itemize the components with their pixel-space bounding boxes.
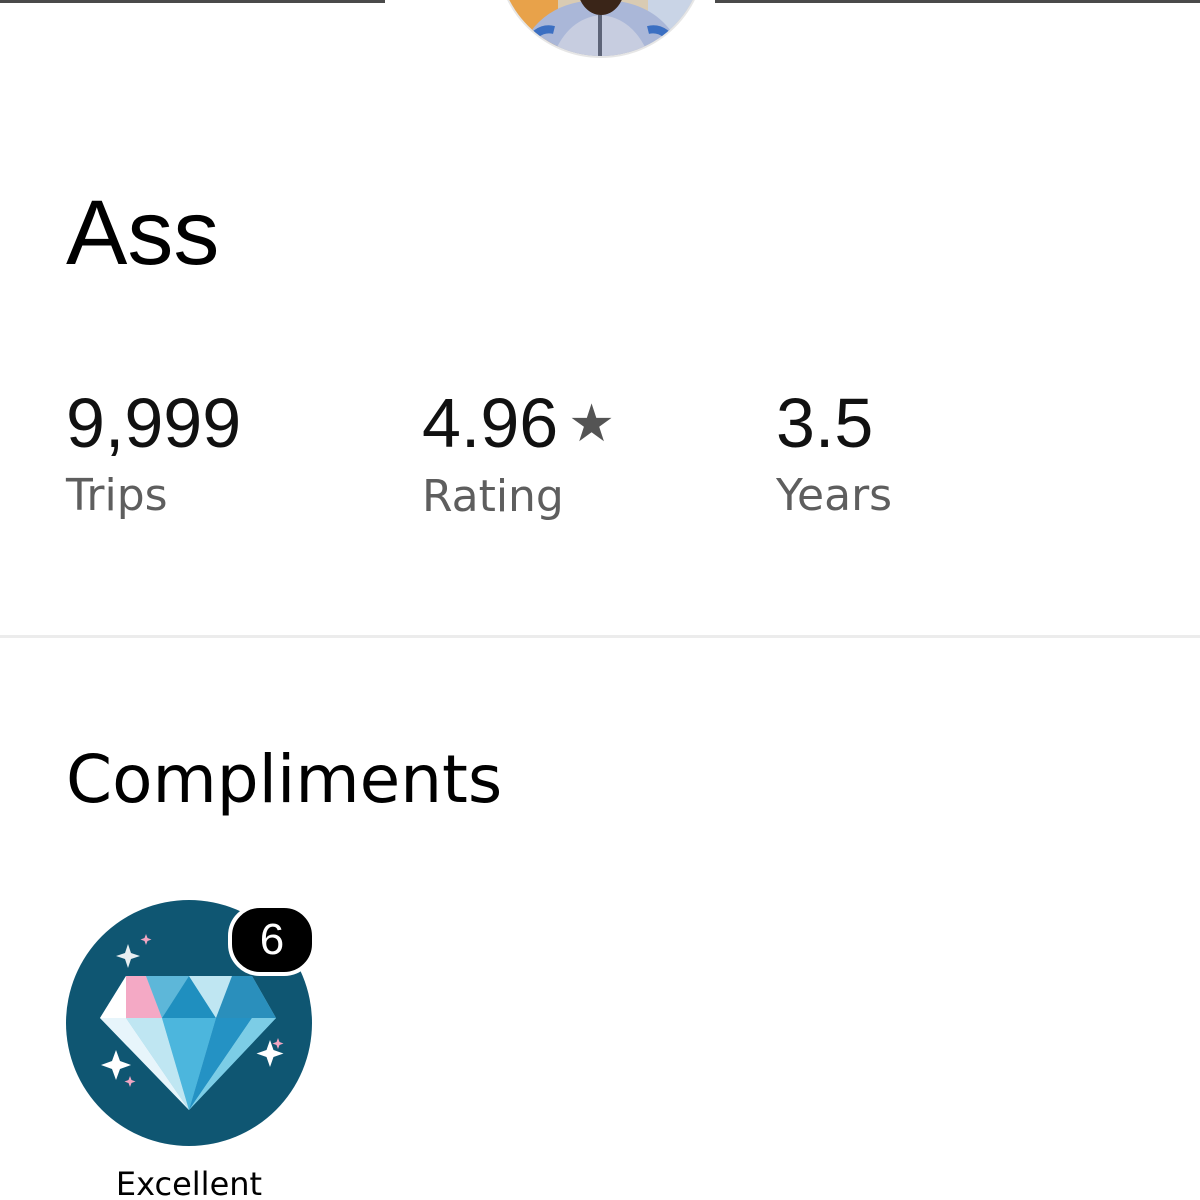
rating-label: Rating — [422, 471, 564, 522]
compliments-title: Compliments — [66, 741, 503, 818]
trips-label: Trips — [66, 470, 168, 521]
driver-name: Ass — [66, 182, 220, 284]
star-icon: ★ — [568, 395, 615, 453]
years-label: Years — [776, 470, 893, 521]
stat-years: 3.5 Years — [776, 382, 892, 524]
rating-value: 4.96 — [422, 384, 559, 462]
compliment-count-badge: 6 — [228, 904, 316, 976]
years-value: 3.5 — [776, 384, 874, 462]
compliment-label: Excellent — [115, 1165, 263, 1200]
avatar-photo — [498, 0, 704, 56]
section-divider — [0, 635, 1200, 638]
trips-value: 9,999 — [66, 384, 242, 462]
stat-trips: 9,999 Trips — [66, 382, 241, 524]
avatar[interactable] — [498, 0, 704, 56]
stat-rating: 4.96 ★ Rating — [422, 382, 615, 525]
compliment-excellent[interactable]: 6 Excellent — [66, 898, 316, 1200]
driver-profile-screen: Ass 9,999 Trips 4.96 ★ Rating 3.5 Years C… — [0, 0, 1200, 1200]
